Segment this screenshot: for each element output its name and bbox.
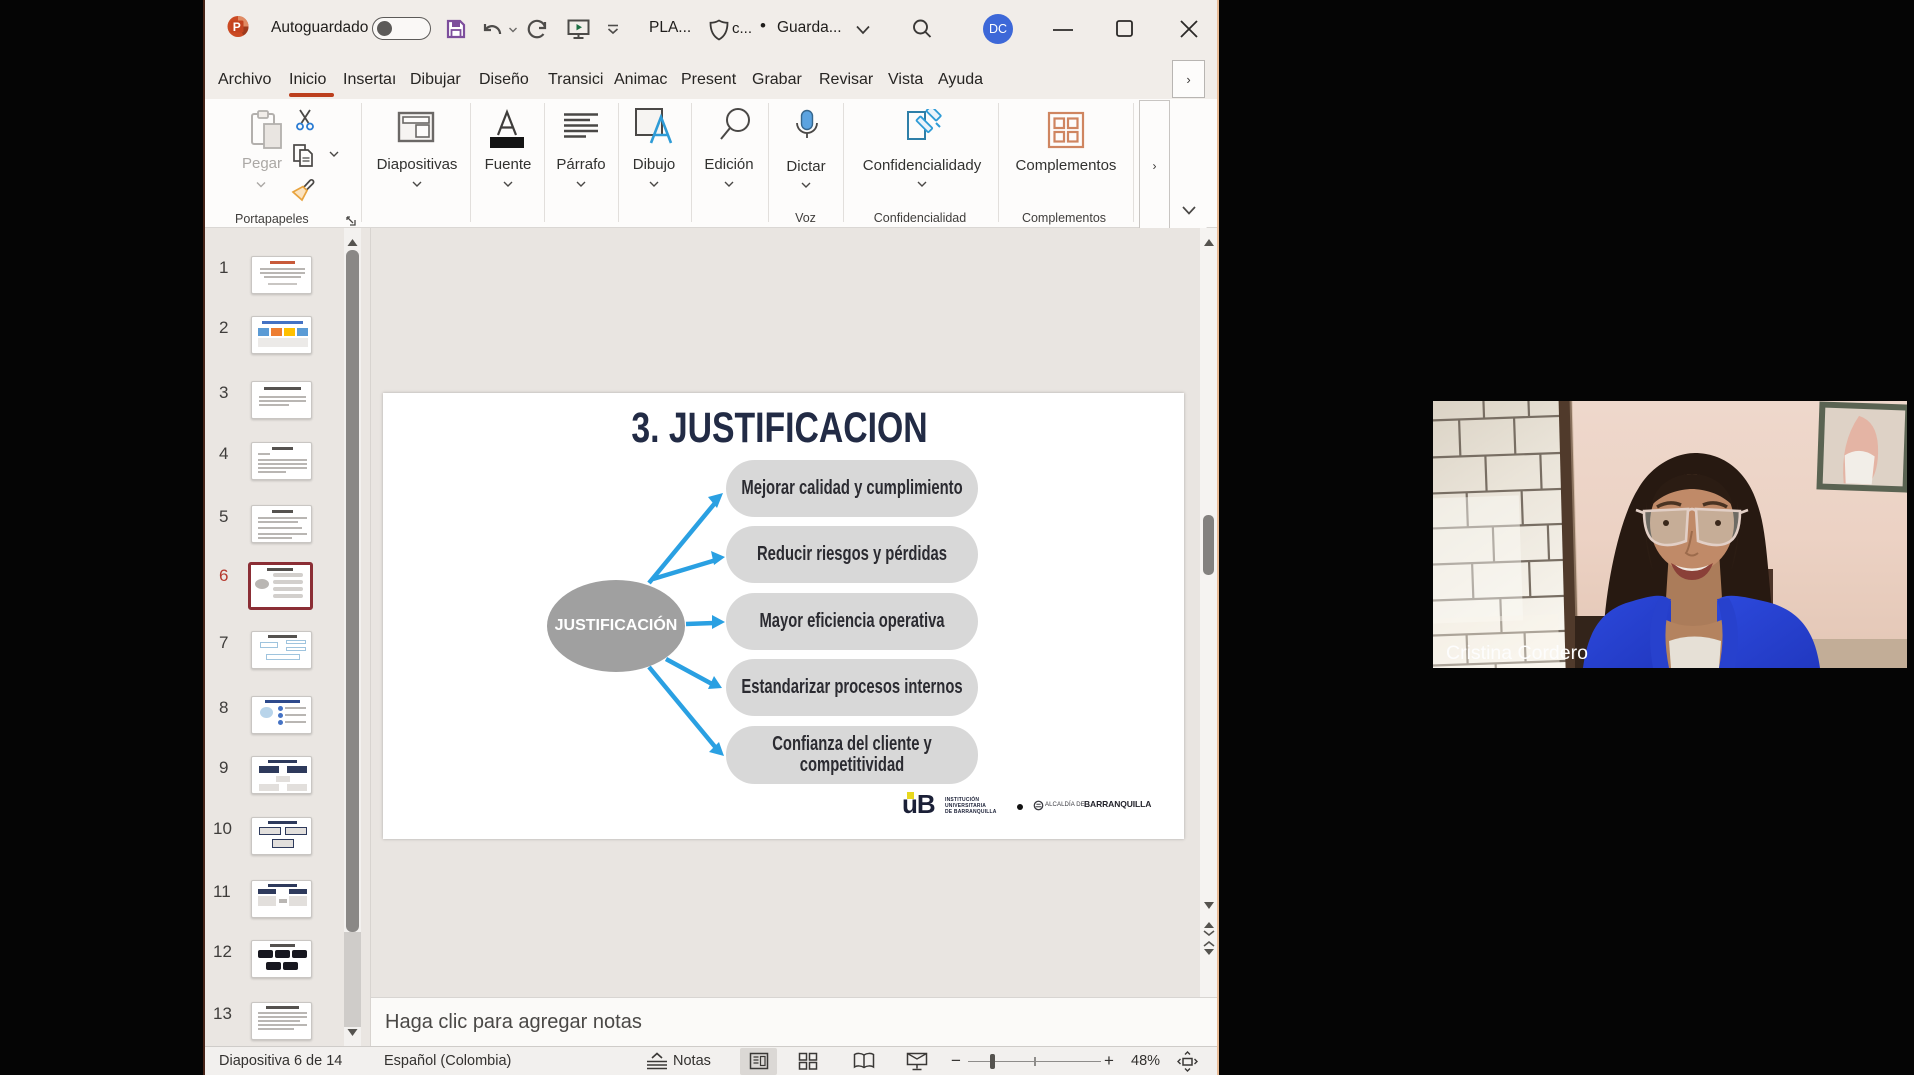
svg-text:P: P [233, 20, 241, 34]
svg-text:Cristina Cordero: Cristina Cordero [1446, 642, 1588, 664]
